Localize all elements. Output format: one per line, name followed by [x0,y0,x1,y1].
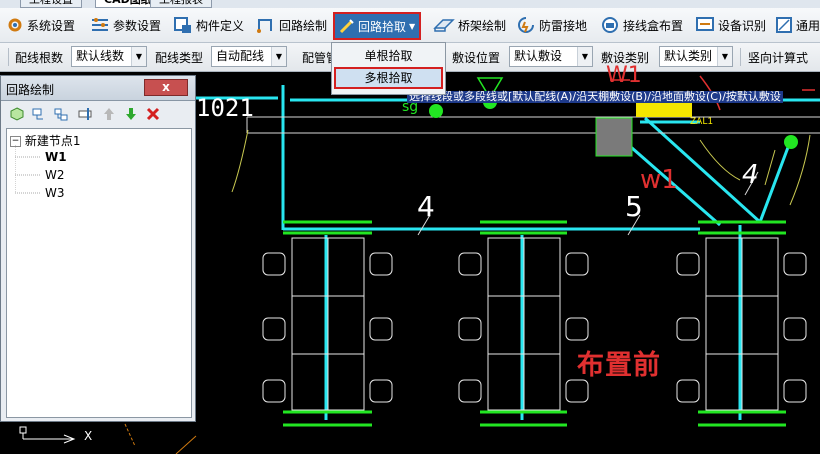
lay-category-select[interactable]: 默认类别 ▼ [659,46,733,67]
wire-count-select[interactable]: 默认线数 ▼ [71,46,147,67]
panel-titlebar[interactable]: 回路绘制 x [1,76,195,101]
cube-icon[interactable] [9,106,25,122]
component-define-label: 构件定义 [196,18,245,33]
general-label: 通用 [796,18,820,33]
panel-title: 回路绘制 [6,83,55,97]
tray-icon [433,19,455,32]
cad-label-4: 4 [417,190,435,223]
wire-type-select[interactable]: 自动配线 ▼ [211,46,287,67]
junction-box-button[interactable]: 接线盒布置 [600,14,683,36]
param-settings-label: 参数设置 [113,18,162,33]
circuit-draw-label: 回路绘制 [279,18,328,33]
cad-label-4-italic: 4 [742,160,759,190]
tab-project-report[interactable]: 工程报表 [150,0,212,8]
wire-type-label: 配线类型 [155,51,204,65]
device-detect-button[interactable]: 设备识别 [695,14,766,36]
before-layout-label: 布置前 [577,350,661,381]
system-settings-label: 系统设置 [27,18,76,33]
chevron-down-icon[interactable]: ▼ [577,47,592,66]
chevron-down-icon[interactable]: ▼ [131,47,146,66]
general-button[interactable]: 通用 [775,14,820,36]
lay-position-label: 敷设位置 [452,51,501,65]
gear-icon [8,18,22,32]
main-toolbar: 系统设置 参数设置 构件定义 回路绘制 回路拾取 ▼ 桥架绘制 防雷接地 接线盒… [0,8,820,43]
lay-category-value: 默认类别 [664,49,713,63]
system-settings-button[interactable]: 系统设置 [6,14,75,36]
circuit-draw-button[interactable]: 回路绘制 [256,14,327,36]
chevron-down-icon[interactable]: ▼ [271,47,286,66]
circuit-pick-label: 回路拾取 [358,19,407,34]
close-button[interactable]: x [144,79,188,96]
tray-draw-label: 桥架绘制 [458,18,507,33]
vertical-calc-button[interactable]: 竖向计算式 [748,49,808,66]
panel-toolbar [1,102,195,126]
wire-count-value: 默认线数 [76,49,125,63]
move-down-icon[interactable] [123,106,139,122]
rename-icon[interactable] [77,106,93,122]
lightning-ground-button[interactable]: 防雷接地 [516,14,587,36]
tree-item-w1[interactable]: W1 [45,150,67,164]
delete-icon[interactable] [145,106,161,122]
tree-lines [15,145,41,194]
tree-item-w3[interactable]: W3 [45,186,65,200]
chevron-down-icon: ▼ [409,21,416,31]
chevron-down-icon[interactable]: ▼ [717,47,732,66]
device-detect-label: 设备识别 [718,18,767,33]
params-icon [92,18,108,31]
general-icon [776,17,792,33]
tree-item-w2[interactable]: W2 [45,168,65,182]
device-detect-icon [696,17,714,31]
circuit-draw-icon [257,19,272,33]
cad-label-1021: 1021 [196,94,254,122]
pick-dropdown-menu: 单根拾取 多根拾取 [331,42,446,95]
lightning-icon [518,17,534,33]
circuit-tree[interactable]: − 新建节点1 W1 W2 W3 [6,128,192,418]
lay-position-value: 默认敷设 [514,49,563,63]
tray-draw-button[interactable]: 桥架绘制 [433,14,506,36]
multi-pick-item[interactable]: 多根拾取 [334,67,443,89]
wire-count-label: 配线根数 [15,51,64,65]
wire-type-value: 自动配线 [216,49,265,63]
tab-project-settings[interactable]: 工程设置 [20,0,82,8]
cad-label-w1: w1 [640,165,678,195]
circuit-panel: 回路绘制 x − 新建节点1 W1 W2 W3 [0,75,196,422]
cad-label-zal: ZAL1 [690,117,714,127]
ucs-x-label: X [84,429,93,443]
lightning-ground-label: 防雷接地 [539,18,588,33]
component-icon [174,17,191,33]
ucs-icon: X [16,425,106,452]
separator [8,48,9,66]
add-child-icon[interactable] [31,106,47,122]
junction-box-icon [602,17,618,33]
param-settings-button[interactable]: 参数设置 [90,14,161,36]
cad-label-w1-top: W1 [606,63,642,88]
add-sibling-icon[interactable] [53,106,69,122]
single-pick-item[interactable]: 单根拾取 [334,45,443,67]
circuit-pick-button[interactable]: 回路拾取 ▼ [333,12,422,40]
command-prompt: 选择线段或多段线或[默认配线(A)/沿天棚敷设(B)/沿地面敷设(C)/按默认敷… [407,90,783,103]
separator [740,48,741,66]
move-up-icon[interactable] [101,106,117,122]
component-define-button[interactable]: 构件定义 [173,14,244,36]
lay-position-select[interactable]: 默认敷设 ▼ [509,46,593,67]
pick-icon [339,19,354,34]
junction-box-label: 接线盒布置 [623,18,684,33]
